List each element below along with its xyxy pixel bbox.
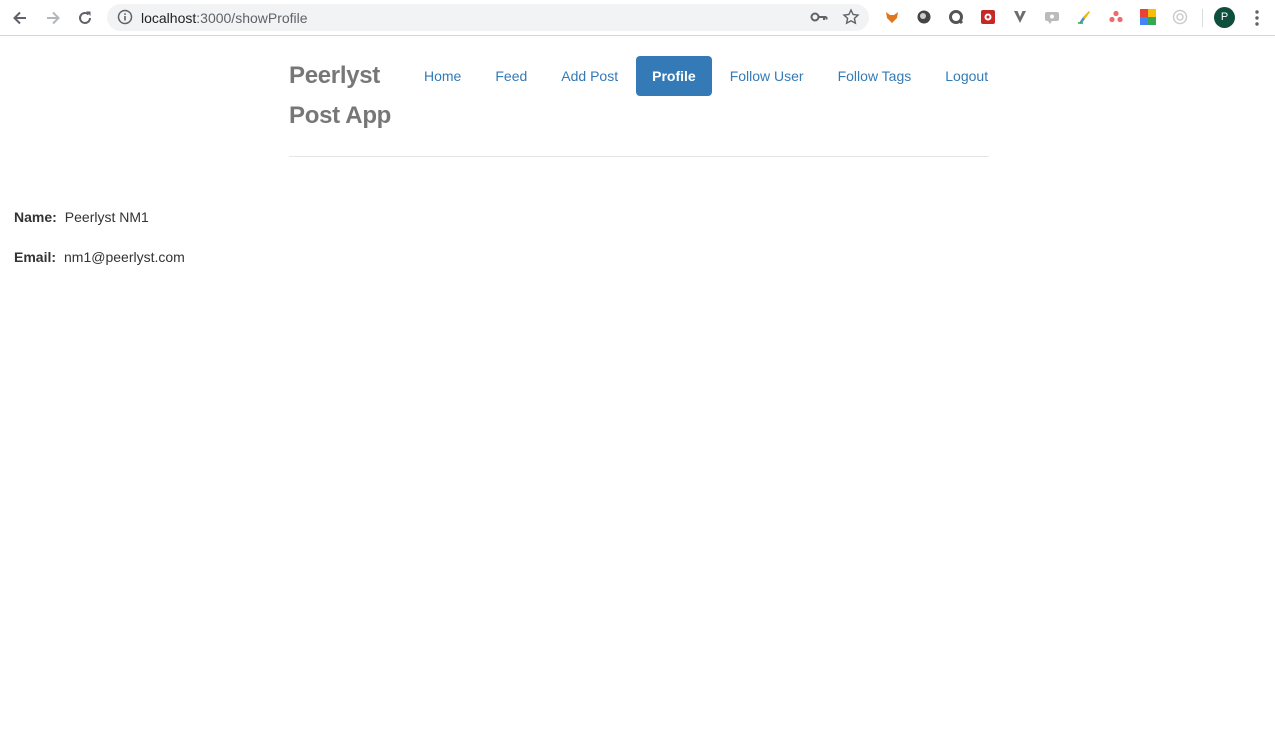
nav-item-profile[interactable]: Profile	[636, 56, 712, 96]
forward-button[interactable]	[42, 7, 64, 29]
asana-extension-icon[interactable]	[1108, 9, 1124, 25]
info-icon[interactable]	[117, 9, 133, 25]
name-label: Name:	[14, 209, 57, 225]
star-icon[interactable]	[842, 8, 860, 26]
chat-extension-icon[interactable]	[1044, 9, 1060, 25]
browser-toolbar: localhost:3000/showProfile P	[0, 0, 1275, 36]
brand-title[interactable]: Peerlyst Post App	[289, 56, 409, 136]
reload-button[interactable]	[74, 7, 96, 29]
arrow-right-icon	[47, 11, 60, 25]
email-value: nm1@peerlyst.com	[64, 249, 185, 265]
dial-extension-icon[interactable]	[1172, 9, 1188, 25]
circle-extension-icon[interactable]	[916, 9, 932, 25]
nav-menu: Home Feed Add Post Profile Follow User F…	[408, 56, 1006, 96]
nav-item-feed[interactable]: Feed	[479, 56, 543, 96]
v-extension-icon[interactable]	[1012, 9, 1028, 25]
fox-extension-icon[interactable]	[884, 9, 900, 25]
profile-avatar[interactable]: P	[1214, 7, 1235, 28]
name-value: Peerlyst NM1	[64, 209, 149, 225]
arrow-left-icon	[13, 11, 26, 25]
nav-item-follow-user[interactable]: Follow User	[714, 56, 820, 96]
profile-email-row: Email: nm1@peerlyst.com	[14, 247, 185, 267]
nav-item-logout[interactable]: Logout	[929, 56, 1004, 96]
app-navbar: Peerlyst Post App Home Feed Add Post Pro…	[289, 56, 989, 157]
nav-item-follow-tags[interactable]: Follow Tags	[822, 56, 928, 96]
url-text[interactable]: localhost:3000/showProfile	[141, 10, 308, 26]
red-extension-icon[interactable]	[980, 9, 996, 25]
url-host: localhost	[141, 10, 197, 26]
profile-name-row: Name: Peerlyst NM1	[14, 207, 149, 227]
colors-extension-icon[interactable]	[1140, 9, 1156, 25]
nav-item-home[interactable]: Home	[408, 56, 477, 96]
brand-line-1: Peerlyst	[289, 62, 380, 89]
nav-item-add-post[interactable]: Add Post	[545, 56, 634, 96]
url-path: :3000/showProfile	[196, 10, 308, 26]
toolbar-separator	[1202, 9, 1203, 27]
back-button[interactable]	[9, 7, 31, 29]
brush-extension-icon[interactable]	[1076, 9, 1092, 25]
ring-extension-icon[interactable]	[948, 9, 964, 25]
email-label: Email:	[14, 249, 57, 265]
reload-icon	[79, 11, 91, 24]
key-icon[interactable]	[810, 9, 828, 25]
more-vert-icon[interactable]	[1251, 8, 1263, 28]
brand-line-2: Post App	[289, 102, 392, 129]
address-bar[interactable]: localhost:3000/showProfile	[107, 4, 869, 31]
